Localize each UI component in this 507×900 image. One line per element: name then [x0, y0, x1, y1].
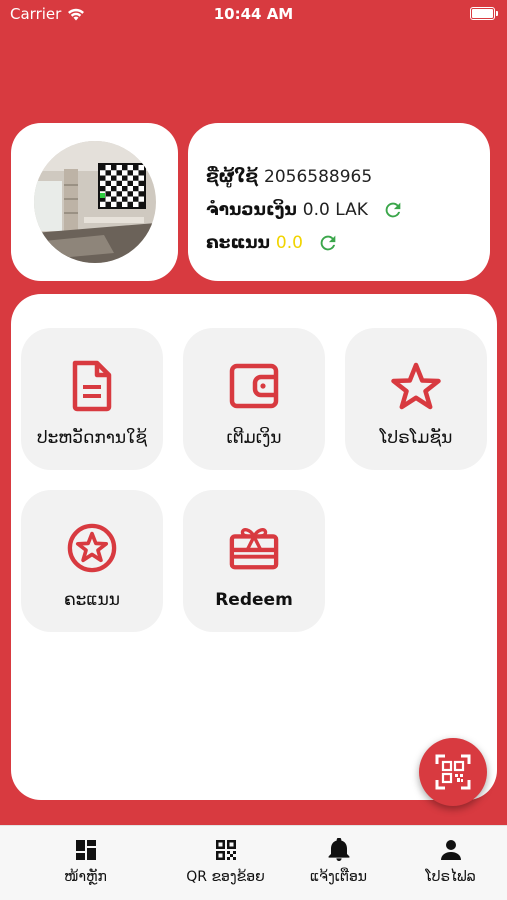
tab-label: ໜ້າຫຼັກ — [64, 869, 107, 885]
qr-scan-icon — [435, 754, 471, 790]
username-label: ຊື່ຜູ້ໃຊ້ — [206, 166, 259, 187]
menu-promotions[interactable]: ໂປຣໂມຊັນ — [345, 328, 487, 470]
account-info-card: ຊື່ຜູ້ໃຊ້ 2056588965 ຈຳນວນເງິນ 0.0 LAK ຄ… — [188, 123, 490, 281]
menu-redeem[interactable]: Redeem — [183, 490, 325, 632]
refresh-balance-icon[interactable] — [382, 199, 404, 221]
menu-panel: ປະຫວັດການໃຊ້ ເຕີມເງິນ ໂປຣໂມຊັນ ຄະແນນ Red… — [11, 294, 497, 800]
tab-profile[interactable]: ໂປຣໄຟລ — [387, 826, 507, 900]
menu-label: ຄະແນນ — [63, 590, 120, 610]
menu-usage-history[interactable]: ປະຫວັດການໃຊ້ — [21, 328, 163, 470]
tab-home[interactable]: ໜ້າຫຼັກ — [22, 826, 149, 900]
username-value: 2056588965 — [264, 166, 373, 187]
document-icon — [67, 358, 117, 414]
menu-label: ໂປຣໂມຊັນ — [379, 428, 453, 448]
tab-label: ໂປຣໄຟລ — [425, 869, 476, 885]
avatar-card — [11, 123, 178, 281]
menu-top-up[interactable]: ເຕີມເງິນ — [183, 328, 325, 470]
wallet-icon — [229, 358, 279, 414]
points-label: ຄະແນນ — [206, 232, 270, 253]
balance-label: ຈຳນວນເງິນ — [206, 199, 297, 220]
qr-code-icon — [213, 837, 239, 863]
bell-icon — [326, 837, 352, 863]
menu-label: ເຕີມເງິນ — [226, 428, 282, 448]
tab-label: ແຈ້ງເຕືອນ — [309, 869, 368, 885]
bottom-tab-bar: ໜ້າຫຼັກ QR ຂອງຂ້ອຍ ແຈ້ງເຕືອນ ໂປຣໄຟລ — [0, 825, 507, 900]
balance-row: ຈຳນວນເງິນ 0.0 LAK — [206, 193, 490, 226]
person-icon — [438, 837, 464, 863]
room-photo — [33, 141, 156, 263]
refresh-points-icon[interactable] — [317, 232, 339, 254]
menu-label: ປະຫວັດການໃຊ້ — [36, 428, 148, 448]
status-time: 10:44 AM — [213, 5, 294, 23]
points-value: 0.0 — [275, 232, 303, 253]
points-row: ຄະແນນ 0.0 — [206, 226, 490, 259]
gift-card-icon — [229, 520, 279, 576]
dashboard-icon — [73, 837, 99, 863]
battery-icon — [470, 7, 498, 20]
tab-my-qr[interactable]: QR ຂອງຂ້ອຍ — [162, 826, 289, 900]
tab-notifications[interactable]: ແຈ້ງເຕືອນ — [275, 826, 402, 900]
menu-points[interactable]: ຄະແນນ — [21, 490, 163, 632]
avatar[interactable] — [33, 141, 156, 263]
tab-label: QR ຂອງຂ້ອຍ — [186, 869, 265, 885]
username-row: ຊື່ຜູ້ໃຊ້ 2056588965 — [206, 160, 490, 193]
star-circle-icon — [67, 520, 117, 576]
scan-qr-button[interactable] — [419, 738, 487, 806]
balance-value: 0.0 LAK — [302, 199, 368, 220]
star-icon — [391, 358, 441, 414]
status-bar: Carrier 10:44 AM — [0, 0, 507, 28]
menu-label: Redeem — [215, 590, 293, 610]
